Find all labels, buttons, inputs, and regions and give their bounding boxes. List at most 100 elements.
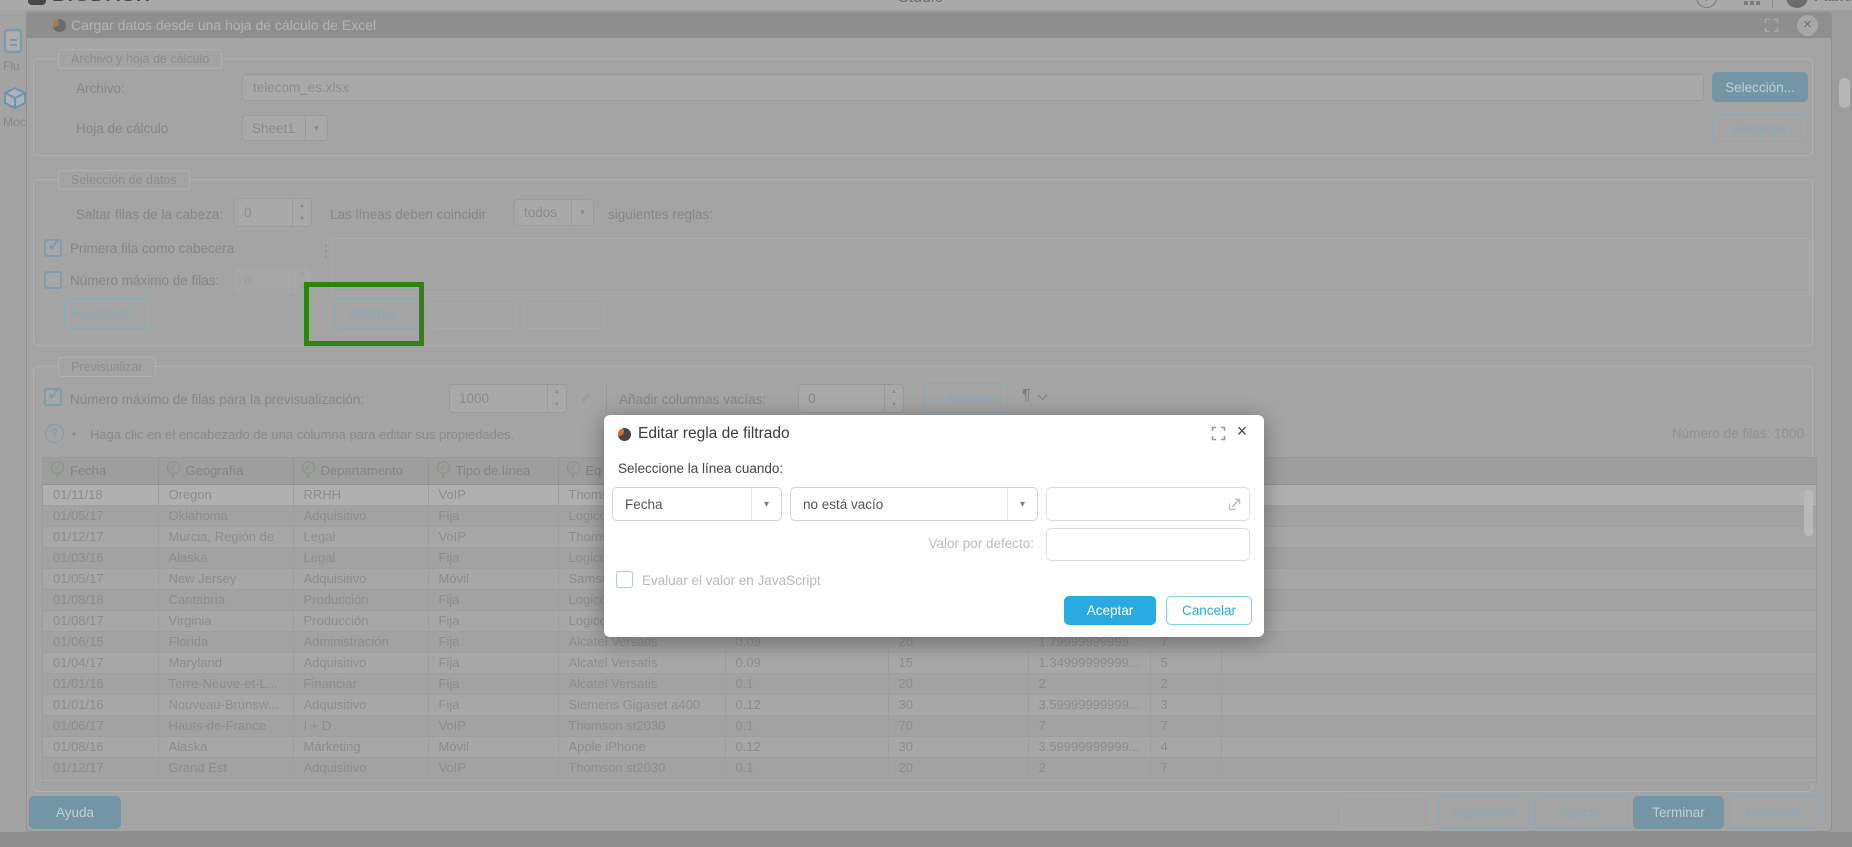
avatar[interactable] [1786, 0, 1808, 8]
caret-down-icon: ▾ [1007, 488, 1037, 520]
file-input-value: telecom_es.xlsx [253, 80, 349, 95]
table-cell: Márketing [293, 736, 428, 757]
stepper-up-icon[interactable]: ▲ [293, 199, 311, 213]
annotation-highlight-box [304, 282, 424, 346]
table-cell: 01/05/17 [43, 505, 158, 526]
wizard-cancel-button[interactable]: Cancelar [1729, 796, 1819, 829]
app-logo[interactable]: BIGDASH [28, 0, 151, 7]
modal-close-icon[interactable]: × [1232, 421, 1252, 442]
max-rows-checkbox[interactable] [44, 271, 62, 289]
table-cell: 3.59999999999... [1028, 736, 1150, 757]
button-label: Recargar [1732, 121, 1788, 136]
sidebar-item-models[interactable]: Moc [3, 86, 26, 129]
stepper-arrows[interactable]: ▲ ▼ [547, 385, 566, 412]
table-cell [1221, 652, 1817, 673]
table-cell: 0.1 [725, 715, 888, 736]
skip-rows-label: Saltar filas de la cabeza: [76, 207, 223, 222]
apps-grid-icon[interactable] [1744, 0, 1760, 5]
first-row-header-checkbox[interactable]: ✓ [44, 239, 62, 257]
file-select-button[interactable]: Selección... [1712, 72, 1808, 102]
table-row[interactable]: 01/06/17Hauts-de-FranceI + DVoIPThomson … [43, 715, 1817, 736]
file-input[interactable]: telecom_es.xlsx [242, 74, 1704, 101]
help-icon[interactable]: ? [1696, 0, 1717, 8]
preview-max-stepper[interactable]: 1000 ▲ ▼ [449, 384, 567, 413]
table-cell: Oregon [158, 484, 293, 505]
advanced-button[interactable]: Avanzado... [64, 298, 152, 329]
user-name[interactable]: Pablo [1814, 0, 1852, 4]
value-input[interactable] [1046, 487, 1250, 521]
table-row[interactable]: 01/08/16AlaskaMárketingMóvilApple iPhone… [43, 736, 1817, 757]
page-footer-strip [0, 832, 1852, 847]
table-cell: Maryland [158, 652, 293, 673]
default-value-input[interactable] [1046, 528, 1250, 561]
modal-cancel-button[interactable]: Cancelar [1166, 596, 1252, 625]
row-count: Número de filas: 1000 [1672, 426, 1804, 441]
formatting-marks-button[interactable]: ¶ [1022, 387, 1046, 405]
table-row[interactable]: 01/01/16Terre-Neuve-et-L...FinanciarFija… [43, 673, 1817, 694]
expand-editor-icon[interactable] [1228, 498, 1241, 511]
table-cell: Legal [293, 547, 428, 568]
table-cell: 01/08/18 [43, 589, 158, 610]
modal-maximize-icon[interactable] [1211, 426, 1226, 441]
cube-icon [3, 86, 26, 110]
sidebar-item-flows[interactable]: Flu [3, 28, 23, 73]
stepper-up-icon[interactable]: ▲ [548, 385, 566, 399]
skip-rows-stepper[interactable]: 0 ▲ ▼ [234, 198, 312, 227]
topbar-divider [1772, 0, 1773, 8]
table-row[interactable]: 01/12/17Grand EstAdquisitivoVoIPThomson … [43, 757, 1817, 778]
page-scrollbar-thumb[interactable] [1839, 78, 1850, 108]
operator-select[interactable]: no está vacío ▾ [790, 487, 1038, 521]
actions-button[interactable]: Acciones [924, 383, 1008, 413]
edit-filter-rule-modal: Editar regla de filtrado × Seleccione la… [604, 415, 1264, 637]
table-cell: VoIP [428, 526, 558, 547]
drag-handle-icon[interactable]: ⋮ [318, 248, 334, 257]
table-cell: Alaska [158, 736, 293, 757]
column-header[interactable]: ✓▾Departamento [293, 458, 428, 484]
stepper-down-icon[interactable]: ▼ [548, 399, 566, 413]
apply-check-icon[interactable]: ✓ [580, 389, 593, 407]
sidebar-item-label: Moc [3, 115, 26, 129]
accept-button[interactable]: Aceptar [1064, 596, 1156, 625]
stepper-up-icon[interactable]: ▲ [885, 385, 903, 399]
table-cell: Florida [158, 631, 293, 652]
table-cell: 3.59999999999... [1028, 694, 1150, 715]
table-row[interactable]: 01/04/17MarylandAdquisitivoFijaAlcatel V… [43, 652, 1817, 673]
stepper-arrows[interactable]: ▲ ▼ [884, 385, 903, 412]
column-header[interactable]: ✓▾Tipo de línea [428, 458, 558, 484]
caret-down-icon: ▾ [751, 488, 781, 520]
column-check-icon: ✓▾ [302, 461, 315, 480]
hint-help-icon[interactable]: ? [45, 424, 64, 443]
finish-button[interactable]: Terminar [1633, 796, 1724, 829]
table-cell [1221, 694, 1817, 715]
apply-button[interactable]: Aplicar [1534, 796, 1628, 829]
maximize-icon[interactable] [1764, 18, 1779, 33]
field-select[interactable]: Fecha ▾ [612, 487, 782, 521]
stepper-arrows[interactable]: ▲ ▼ [292, 199, 311, 226]
table-cell: 0.1 [725, 757, 888, 778]
reload-button[interactable]: Recargar [1712, 114, 1808, 142]
filter-rules-list[interactable] [332, 238, 1810, 296]
table-cell: 01/08/17 [43, 610, 158, 631]
preview-max-checkbox[interactable]: ✓ [44, 388, 62, 406]
help-button[interactable]: Ayuda [29, 796, 121, 829]
table-row[interactable]: 01/01/16Nouveau-Brunsw...AdquisitivoFija… [43, 694, 1817, 715]
table-scrollbar-thumb[interactable] [1804, 490, 1813, 536]
modal-icon [618, 428, 631, 441]
close-icon[interactable]: × [1797, 15, 1818, 36]
first-row-header-label: Primera fila como cabecera [70, 241, 234, 256]
stepper-down-icon[interactable]: ▼ [885, 399, 903, 413]
column-header-label: Fecha [70, 463, 106, 478]
button-label: Terminar [1652, 805, 1705, 820]
hint-caret-icon[interactable]: ▾ [72, 430, 76, 439]
match-select[interactable]: todos ▾ [514, 199, 594, 226]
table-cell: Grand Est [158, 757, 293, 778]
column-check-icon: ✓▾ [51, 461, 64, 480]
sheet-select[interactable]: Sheet1 ▾ [242, 115, 328, 141]
stepper-down-icon[interactable]: ▼ [293, 213, 311, 227]
next-button[interactable]: Siguiente> [1438, 796, 1529, 829]
table-cell: 20 [888, 757, 1028, 778]
column-header[interactable]: ✓▾Geografía [158, 458, 293, 484]
section-legend: Previsualizar [58, 357, 156, 377]
empty-cols-stepper[interactable]: 0 ▲ ▼ [798, 384, 904, 413]
column-header[interactable]: ✓▾ Fecha [43, 458, 158, 484]
